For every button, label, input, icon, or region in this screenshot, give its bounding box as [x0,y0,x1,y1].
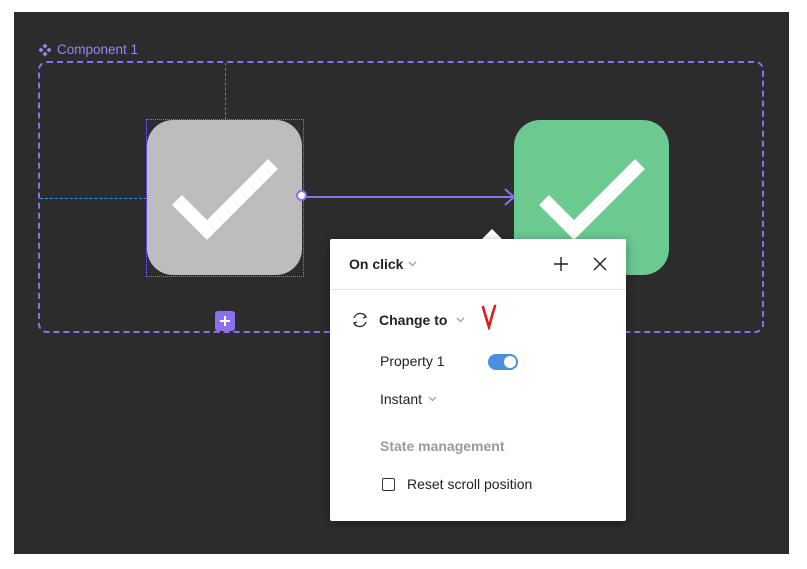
action-label: Change to [379,312,448,328]
action-dropdown[interactable]: Change to [350,310,465,330]
checkmark-icon [172,159,278,240]
animation-label: Instant [380,391,423,407]
chevron-down-icon [409,261,417,267]
trigger-dropdown[interactable]: On click [349,256,417,272]
property-label: Property 1 [380,353,445,369]
reset-scroll-label: Reset scroll position [407,476,533,492]
handwritten-annotation [481,304,497,330]
trigger-label: On click [349,256,404,272]
spacing-guide-horizontal [40,198,147,199]
checkmark-icon [539,159,645,240]
animation-dropdown[interactable]: Instant [380,391,437,407]
chevron-down-icon [457,317,465,323]
connection-handle[interactable] [296,190,307,201]
interaction-popup: On click Change to Property 1 Instant St… [330,239,626,521]
popup-header: On click [330,239,626,290]
variant-default[interactable] [147,120,302,275]
plus-icon[interactable] [551,254,571,274]
chevron-down-icon [428,396,437,402]
reset-scroll-option[interactable]: Reset scroll position [382,476,532,492]
state-management-heading: State management [380,438,505,454]
close-icon[interactable] [590,254,610,274]
add-variant-button[interactable] [215,311,235,331]
component-icon [38,43,52,56]
popup-caret [482,229,502,239]
toggle-knob [504,356,516,368]
plus-icon [220,316,230,326]
property-toggle[interactable] [488,354,518,370]
component-name: Component 1 [57,42,139,57]
component-label[interactable]: Component 1 [38,42,138,57]
swap-icon [352,312,368,328]
reset-scroll-checkbox[interactable] [382,477,395,491]
property-row: Property 1 [380,352,570,372]
spacing-guide-vertical [225,63,226,120]
